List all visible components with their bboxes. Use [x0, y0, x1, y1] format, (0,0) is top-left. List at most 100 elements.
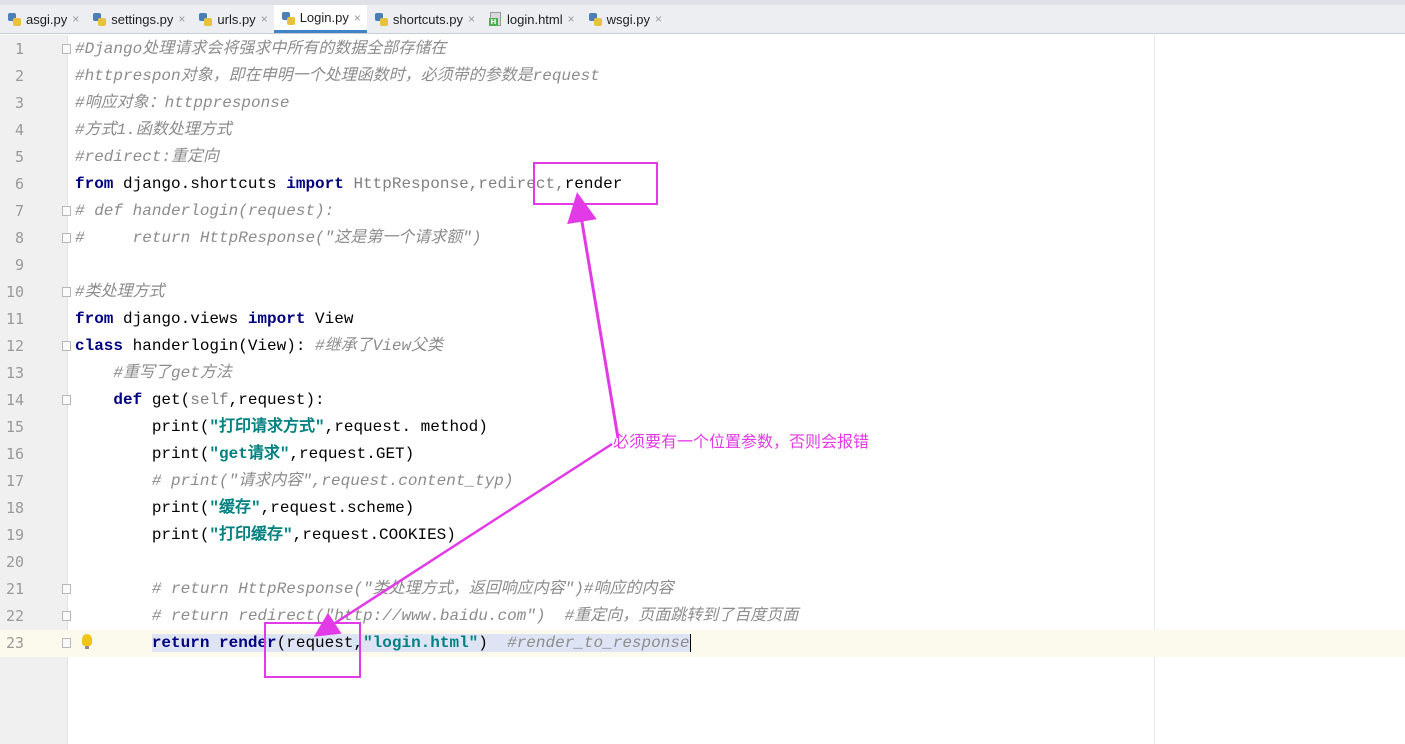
line-number: 18 — [5, 499, 24, 517]
code-text: #Django处理请求会将强求中所有的数据全部存储在 — [75, 36, 446, 63]
line-number: 22 — [5, 607, 24, 625]
code-token: "打印请求方式" — [209, 418, 325, 436]
code-token: View — [305, 310, 354, 328]
code-line[interactable]: 4 #方式1.函数处理方式 — [0, 117, 1405, 144]
code-token: #Django处理请求会将强求中所有的数据全部存储在 — [75, 40, 447, 58]
line-number: 9 — [14, 256, 24, 274]
python-file-icon — [199, 12, 213, 26]
code-token: print( — [75, 526, 210, 544]
fold-marker-icon[interactable] — [62, 341, 71, 351]
fold-marker-icon[interactable] — [62, 395, 71, 405]
fold-marker-icon[interactable] — [62, 44, 71, 54]
html-file-icon — [488, 12, 502, 26]
code-line[interactable]: 20 — [0, 549, 1405, 576]
code-token: #响应对象：httppresponse — [75, 94, 290, 112]
code-line[interactable]: 12 class handerlogin(View): #继承了View父类 — [0, 333, 1405, 360]
tab-login-html[interactable]: login.html × — [481, 5, 581, 33]
tab-urls-py[interactable]: urls.py × — [191, 5, 273, 33]
line-number: 16 — [5, 445, 24, 463]
fold-marker-icon[interactable] — [62, 287, 71, 297]
tab-label: login.html — [506, 11, 563, 27]
code-token: "get请求" — [209, 445, 290, 463]
code-text: #重写了get方法 — [75, 360, 231, 387]
code-token: from — [75, 175, 114, 193]
code-token: self — [190, 391, 229, 409]
close-tab-icon[interactable]: × — [72, 12, 79, 26]
code-text: #方式1.函数处理方式 — [75, 117, 232, 144]
code-line[interactable]: 8 # return HttpResponse("这是第一个请求额") — [0, 225, 1405, 252]
code-line[interactable]: 5 #redirect:重定向 — [0, 144, 1405, 171]
close-tab-icon[interactable]: × — [354, 11, 361, 25]
line-number: 8 — [14, 229, 24, 247]
fold-marker-icon[interactable] — [62, 584, 71, 594]
code-line[interactable]: 14 def get(self,request): — [0, 387, 1405, 414]
code-text: from django.views import View — [75, 306, 353, 333]
code-line[interactable]: 6 from django.shortcuts import HttpRespon… — [0, 171, 1405, 198]
code-text: print("缓存",request.scheme) — [75, 495, 414, 522]
code-token: django.shortcuts — [113, 175, 287, 193]
close-tab-icon[interactable]: × — [178, 12, 185, 26]
tab-label: wsgi.py — [606, 11, 650, 27]
code-token: #继承了View父类 — [315, 337, 444, 355]
code-text: # return HttpResponse("类处理方式，返回响应内容")#响应… — [75, 576, 674, 603]
line-number: 13 — [5, 364, 24, 382]
annotation-box-request-arg — [264, 622, 361, 678]
code-token: from — [75, 310, 114, 328]
line-number: 17 — [5, 472, 24, 490]
code-token: ,request.COOKIES) — [292, 526, 456, 544]
code-line[interactable]: 11 from django.views import View — [0, 306, 1405, 333]
close-tab-icon[interactable]: × — [568, 12, 575, 26]
fold-marker-icon[interactable] — [62, 233, 71, 243]
code-token: def — [113, 391, 143, 409]
code-text: return render(request,"login.html") #ren… — [75, 630, 691, 657]
line-number: 15 — [5, 418, 24, 436]
code-line[interactable]: 1 #Django处理请求会将强求中所有的数据全部存储在 — [0, 36, 1405, 63]
code-token: ,request.scheme) — [260, 499, 415, 517]
code-text: # return redirect("http://www.baidu.com"… — [75, 603, 798, 630]
code-token: #render_to_response — [507, 634, 690, 652]
code-line[interactable]: 7 # def handerlogin(request): — [0, 198, 1405, 225]
close-tab-icon[interactable]: × — [261, 12, 268, 26]
code-line[interactable]: 10 #类处理方式 — [0, 279, 1405, 306]
code-text: # return HttpResponse("这是第一个请求额") — [75, 225, 481, 252]
code-text: print("打印缓存",request.COOKIES) — [75, 522, 456, 549]
code-line[interactable]: 9 — [0, 252, 1405, 279]
tab-asgi-py[interactable]: asgi.py × — [0, 5, 85, 33]
code-line[interactable]: 23 return render(request,"login.html") #… — [0, 630, 1405, 657]
code-text: #redirect:重定向 — [75, 144, 219, 171]
text-caret — [689, 633, 691, 652]
code-token: import — [286, 175, 344, 193]
fold-marker-icon[interactable] — [62, 206, 71, 216]
code-token: print( — [75, 418, 210, 436]
code-token: class — [75, 337, 124, 355]
code-token: print( — [75, 499, 210, 517]
python-file-icon — [8, 12, 21, 26]
code-line[interactable]: 17 # print("请求内容",request.content_typ) — [0, 468, 1405, 495]
line-number: 7 — [14, 202, 24, 220]
code-line[interactable]: 2 #httprespon对象，即在申明一个处理函数时，必须带的参数是reques… — [0, 63, 1405, 90]
tab-wsgi-py[interactable]: wsgi.py × — [581, 5, 668, 33]
code-text: #httprespon对象，即在申明一个处理函数时，必须带的参数是request — [75, 63, 600, 90]
code-line[interactable]: 13 #重写了get方法 — [0, 360, 1405, 387]
tab-label: Login.py — [299, 10, 349, 25]
code-line[interactable]: 22 # return redirect("http://www.baidu.c… — [0, 603, 1405, 630]
tab-login-py[interactable]: Login.py × — [273, 5, 367, 33]
close-tab-icon[interactable]: × — [468, 12, 475, 26]
close-tab-icon[interactable]: × — [655, 12, 662, 26]
code-token: # return HttpResponse("类处理方式，返回响应内容")#响应… — [75, 580, 674, 598]
code-line[interactable]: 18 print("缓存",request.scheme) — [0, 495, 1405, 522]
code-token: print( — [75, 445, 210, 463]
code-line[interactable]: 21 # return HttpResponse("类处理方式，返回响应内容")… — [0, 576, 1405, 603]
fold-marker-icon[interactable] — [62, 638, 71, 648]
tab-shortcuts-py[interactable]: shortcuts.py × — [367, 5, 481, 33]
tab-settings-py[interactable]: settings.py × — [85, 5, 191, 33]
tab-label: asgi.py — [26, 11, 68, 27]
code-line[interactable]: 3 #响应对象：httppresponse — [0, 90, 1405, 117]
line-number: 3 — [14, 94, 24, 112]
python-file-icon — [93, 12, 107, 26]
code-token: # print("请求内容",request.content_typ) — [75, 472, 514, 490]
code-token: "login.html" — [363, 634, 479, 652]
code-line[interactable]: 19 print("打印缓存",request.COOKIES) — [0, 522, 1405, 549]
fold-marker-icon[interactable] — [62, 611, 71, 621]
